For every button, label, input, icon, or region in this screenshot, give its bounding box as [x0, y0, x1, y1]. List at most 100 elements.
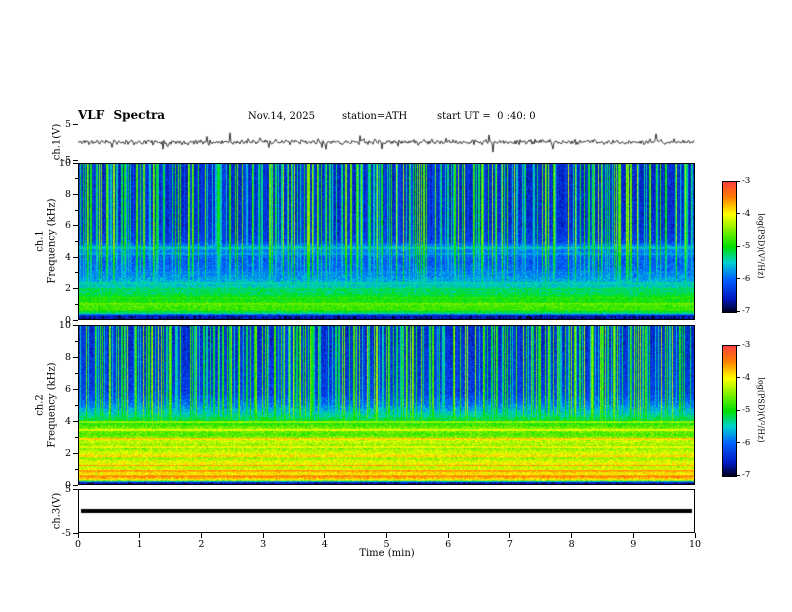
y-tick-mark: [73, 319, 78, 321]
y-tick-mark: [73, 193, 78, 195]
colorbar-ch1: [722, 181, 737, 313]
y-tick-mark: [73, 123, 78, 125]
x-tick-mark: [571, 533, 573, 538]
colorbar-tick-label: -3: [742, 340, 751, 350]
x-tick-label: 7: [506, 539, 513, 550]
ch2-frequency-axis-label: ch.2 Frequency (kHz): [35, 362, 58, 447]
x-tick-label: 0: [74, 539, 82, 550]
y-tick-label: 8: [64, 351, 71, 363]
ch1-spectrogram-panel: [78, 163, 695, 320]
x-tick-label: 6: [445, 539, 452, 550]
y-minor-tick-mark: [75, 241, 78, 242]
x-tick-mark: [694, 533, 696, 538]
colorbar-tick-mark: [737, 310, 740, 312]
colorbar-tick-label: -4: [742, 208, 751, 219]
y-tick-mark: [73, 420, 78, 422]
y-minor-tick-mark: [75, 468, 78, 470]
x-tick-label: 4: [321, 539, 328, 550]
x-tick-label: 3: [260, 539, 267, 550]
y-tick-label: 5: [64, 483, 71, 495]
x-tick-mark: [632, 533, 634, 538]
colorbar-tick-label: -6: [742, 273, 751, 284]
ch1-spectrogram-canvas: [79, 164, 694, 319]
y-tick-label: 10: [58, 157, 71, 169]
y-minor-tick-mark: [75, 340, 78, 342]
ch1-waveform-canvas: [78, 124, 695, 160]
y-tick-mark: [73, 488, 78, 490]
colorbar-tick-mark: [737, 344, 740, 346]
colorbar-tick-mark: [737, 474, 740, 476]
colorbar-tick-mark: [737, 442, 740, 443]
x-tick-mark: [77, 533, 79, 538]
y-tick-label: 5: [64, 118, 71, 130]
ch1-waveform-panel: [78, 124, 695, 160]
y-tick-mark: [73, 162, 78, 164]
y-minor-tick-mark: [75, 209, 78, 211]
ch1-label-line1: ch.1: [34, 230, 46, 252]
y-tick-mark: [73, 225, 78, 227]
y-tick-label: 4: [64, 251, 71, 263]
ch3-voltage-axis-label: ch.3(V): [51, 492, 63, 530]
x-tick-mark: [324, 533, 326, 538]
ch2-spectrogram-canvas: [79, 326, 694, 484]
y-tick-mark: [73, 159, 78, 161]
ch3-waveform-panel: [78, 489, 695, 533]
ch2-spectrogram-panel: [78, 325, 695, 485]
colorbar-tick-label: -7: [742, 470, 751, 480]
x-tick-mark: [386, 533, 387, 538]
x-tick-label: 2: [198, 539, 205, 550]
y-tick-label: 8: [64, 188, 71, 200]
y-tick-mark: [73, 356, 78, 358]
y-tick-mark: [73, 288, 78, 290]
x-tick-mark: [200, 533, 202, 538]
y-minor-tick-mark: [75, 436, 78, 438]
x-tick-label: 5: [383, 539, 390, 550]
x-tick-mark: [262, 533, 264, 538]
colorbar-tick-mark: [737, 245, 740, 247]
y-tick-label: 10: [58, 319, 71, 331]
y-minor-tick-mark: [75, 272, 78, 274]
y-minor-tick-mark: [75, 178, 78, 180]
ch1-frequency-axis-label: ch.1 Frequency (kHz): [35, 198, 58, 283]
colorbar-tick-label: -5: [742, 405, 751, 415]
colorbar-ch1-label: log(PSD)(V²/Hz): [756, 213, 766, 279]
colorbar-tick-label: -6: [742, 437, 751, 448]
y-tick-label: 2: [64, 283, 71, 295]
ch2-label-line1: ch.2: [34, 394, 46, 416]
y-tick-mark: [73, 484, 78, 486]
colorbar-tick-mark: [737, 278, 740, 279]
colorbar-ch2-label: log(PSD)(V²/Hz): [756, 377, 766, 443]
figure-start-ut: start UT = 0 :40: 0: [437, 111, 536, 122]
colorbar-tick-mark: [737, 180, 740, 182]
ch2-label-line2: Frequency (kHz): [46, 362, 57, 448]
x-tick-mark: [509, 533, 511, 538]
colorbar-tick-label: -3: [742, 176, 751, 186]
colorbar-tick-mark: [737, 213, 740, 214]
x-tick-mark: [139, 533, 141, 538]
y-tick-label: 4: [64, 415, 71, 427]
colorbar-tick-label: -5: [742, 241, 751, 251]
y-tick-mark: [73, 388, 78, 390]
x-tick-label: 8: [568, 539, 575, 550]
figure-title: VLF Spectra: [78, 108, 166, 122]
x-tick-label: 1: [136, 539, 143, 550]
y-minor-tick-mark: [75, 303, 78, 305]
figure-station: station=ATH: [342, 111, 408, 122]
colorbar-tick-mark: [737, 377, 740, 378]
y-tick-mark: [73, 324, 78, 326]
colorbar-ch2: [722, 345, 737, 477]
ch3-waveform-canvas: [79, 490, 694, 532]
y-tick-label: -5: [61, 527, 71, 539]
x-tick-mark: [447, 533, 449, 538]
y-minor-tick-mark: [75, 404, 78, 406]
y-tick-label: 6: [64, 220, 71, 232]
x-tick-label: 9: [630, 539, 637, 550]
colorbar-tick-label: -4: [742, 372, 751, 383]
ch1-label-line2: Frequency (kHz): [46, 198, 57, 284]
y-tick-label: 6: [64, 383, 71, 395]
vlf-spectra-figure: VLF Spectra Nov.14, 2025 station=ATH sta…: [0, 0, 792, 612]
colorbar-tick-label: -7: [742, 306, 751, 316]
colorbar-tick-mark: [737, 409, 740, 411]
y-tick-label: 2: [64, 447, 71, 459]
y-tick-mark: [73, 452, 78, 454]
